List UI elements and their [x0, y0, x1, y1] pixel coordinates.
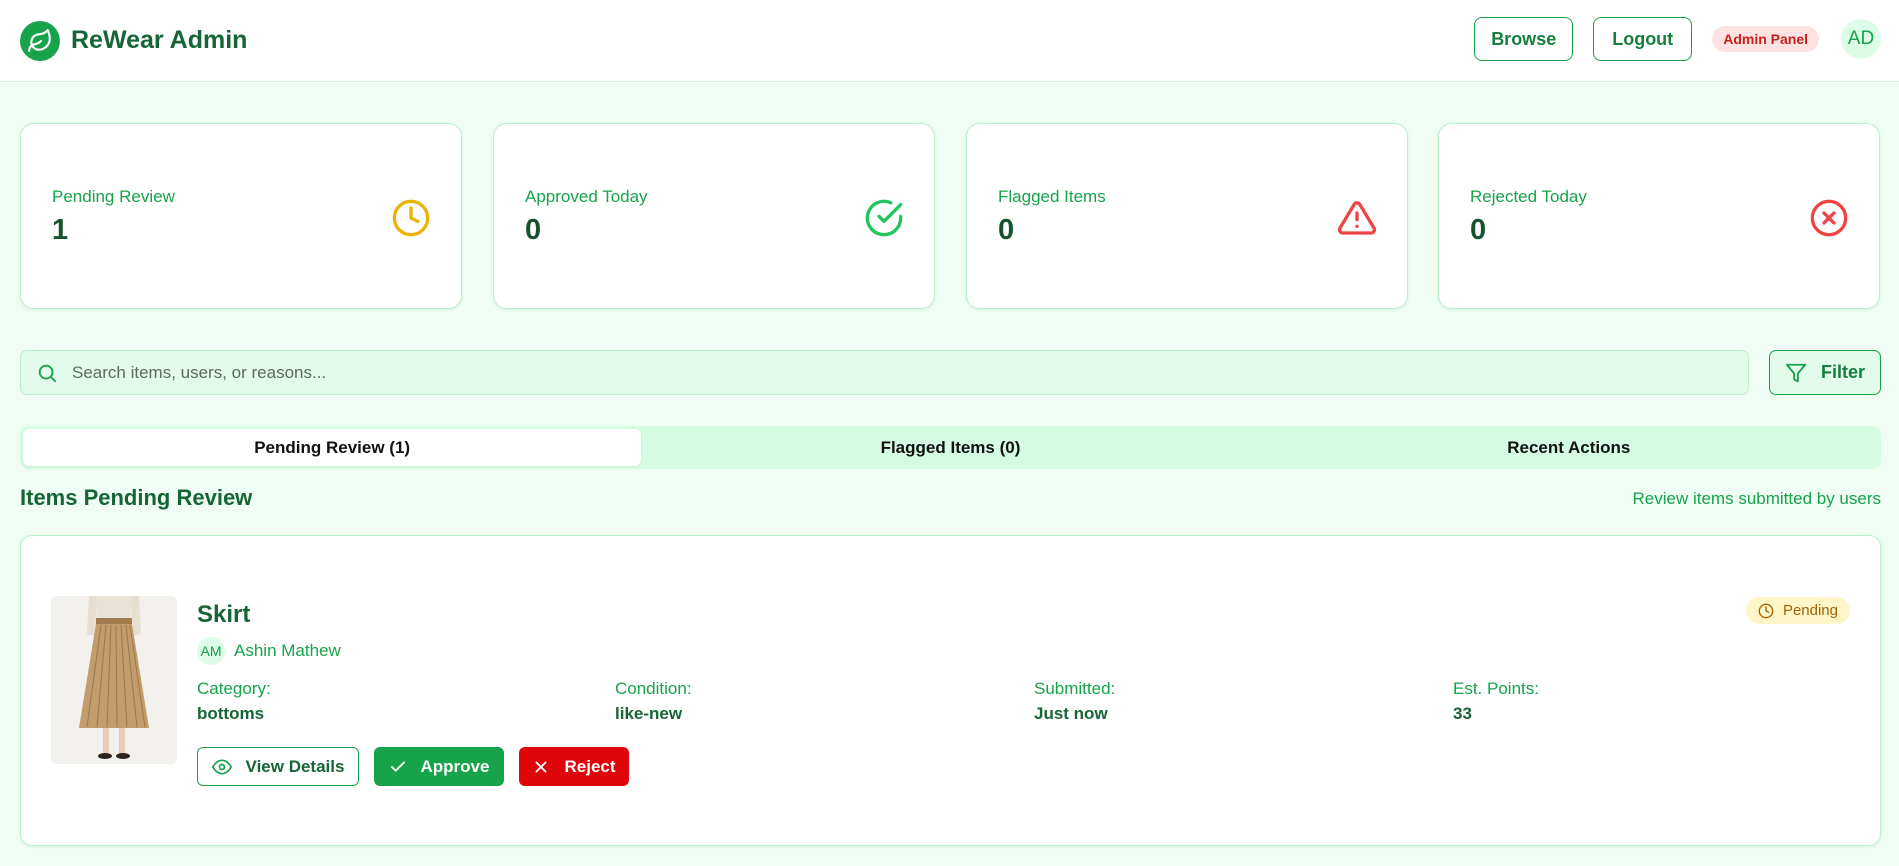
meta-est-points: Est. Points: 33	[1453, 679, 1539, 724]
stat-card-pending: Pending Review 1	[20, 123, 462, 309]
warning-triangle-icon	[1337, 201, 1377, 235]
review-tabs: Pending Review (1) Flagged Items (0) Rec…	[20, 426, 1881, 469]
meta-label: Condition:	[615, 679, 692, 698]
reject-button[interactable]: Reject	[519, 747, 629, 786]
submitter-avatar: AM	[197, 637, 225, 665]
meta-submitted: Submitted: Just now	[1034, 679, 1115, 724]
meta-value: like-new	[615, 704, 683, 723]
view-details-button[interactable]: View Details	[197, 747, 359, 786]
status-label: Pending	[1782, 602, 1838, 619]
top-header: ReWear Admin Browse Logout Admin Panel A…	[0, 0, 1899, 82]
clock-icon	[1758, 603, 1774, 618]
section-subtitle: Review items submitted by users	[1632, 489, 1881, 508]
stat-card-flagged: Flagged Items 0	[966, 123, 1408, 309]
reject-label: Reject	[564, 756, 616, 776]
approve-label: Approve	[420, 756, 490, 776]
close-icon	[536, 761, 547, 772]
filter-button[interactable]: Filter	[1769, 350, 1881, 395]
meta-label: Submitted:	[1034, 679, 1116, 698]
search-input[interactable]	[72, 352, 1748, 393]
pending-item-card: Skirt AM Ashin Mathew Category: bottoms …	[20, 535, 1881, 846]
item-actions: View Details Approve Reject	[197, 747, 644, 786]
check-circle-icon	[865, 199, 903, 237]
stat-label: Flagged Items	[998, 187, 1106, 206]
status-badge: Pending	[1745, 597, 1850, 624]
filter-label: Filter	[1820, 362, 1865, 382]
tab-recent-actions[interactable]: Recent Actions	[1260, 429, 1878, 466]
stat-card-rejected: Rejected Today 0	[1438, 123, 1880, 309]
meta-label: Category:	[197, 679, 271, 698]
view-details-label: View Details	[245, 756, 345, 776]
search-icon	[38, 364, 57, 382]
meta-value: 33	[1453, 704, 1472, 723]
brand-title: ReWear Admin	[71, 26, 248, 54]
admin-panel-badge: Admin Panel	[1712, 26, 1819, 52]
browse-button[interactable]: Browse	[1474, 17, 1574, 61]
meta-value: bottoms	[197, 704, 265, 723]
stat-label: Rejected Today	[1470, 187, 1587, 206]
stat-value: 0	[998, 214, 1015, 246]
meta-condition: Condition: like-new	[615, 679, 692, 724]
stat-value: 0	[525, 214, 542, 246]
stat-card-approved: Approved Today 0	[493, 123, 935, 309]
leaf-logo-icon	[20, 20, 60, 61]
submitter-name[interactable]: Ashin Mathew	[234, 641, 341, 661]
meta-value: Just now	[1034, 704, 1108, 723]
eye-icon	[211, 759, 232, 774]
meta-label: Est. Points:	[1453, 679, 1539, 698]
stat-label: Pending Review	[52, 187, 175, 206]
stat-value: 1	[52, 214, 69, 246]
approve-button[interactable]: Approve	[374, 747, 504, 786]
stat-value: 0	[1470, 214, 1487, 246]
stat-label: Approved Today	[525, 187, 648, 206]
tab-flagged-items[interactable]: Flagged Items (0)	[641, 429, 1259, 466]
user-avatar[interactable]: AD	[1841, 19, 1881, 59]
section-title: Items Pending Review	[20, 485, 253, 510]
clock-icon	[392, 199, 430, 237]
check-icon	[390, 761, 405, 772]
tab-pending-review[interactable]: Pending Review (1)	[23, 429, 642, 466]
item-image[interactable]	[51, 596, 177, 764]
submitter-row: AM Ashin Mathew	[197, 637, 341, 665]
logout-button[interactable]: Logout	[1593, 17, 1693, 61]
filter-icon	[1785, 363, 1807, 382]
x-circle-icon	[1810, 199, 1848, 237]
meta-category: Category: bottoms	[197, 679, 271, 724]
search-box	[20, 350, 1749, 395]
skirt-image-icon	[51, 596, 177, 764]
item-title: Skirt	[197, 601, 251, 628]
